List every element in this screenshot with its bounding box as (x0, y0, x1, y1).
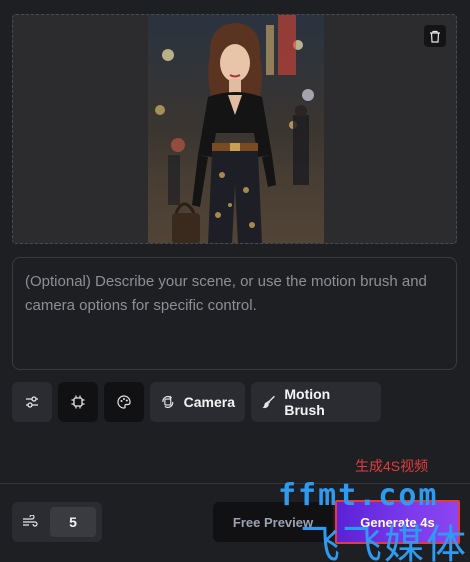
motion-control[interactable]: 5 (12, 502, 102, 542)
sliders-icon (26, 396, 38, 408)
prompt-field-container (12, 257, 457, 370)
annotation-label: 生成4S视频 (355, 458, 429, 474)
palette-icon (117, 395, 131, 409)
frame-button[interactable] (58, 382, 98, 422)
generate-button[interactable]: Generate 4s (335, 500, 460, 544)
prompt-input[interactable] (25, 270, 444, 357)
camera-button[interactable]: Camera (150, 382, 245, 422)
generation-panel: Camera Motion Brush 生成4S视频 5 Free Previe… (0, 0, 470, 562)
trash-icon (430, 30, 440, 43)
wind-icon (23, 515, 38, 527)
camera-label: Camera (183, 394, 235, 410)
brush-icon (262, 395, 275, 409)
uploaded-image (148, 15, 324, 243)
image-dropzone[interactable] (12, 14, 457, 244)
delete-image-button[interactable] (424, 25, 446, 47)
style-button[interactable] (104, 382, 144, 422)
frame-icon (71, 395, 85, 409)
motion-brush-button[interactable]: Motion Brush (251, 382, 381, 422)
camera-orbit-icon (162, 395, 174, 408)
settings-button[interactable] (12, 382, 52, 422)
options-toolbar: Camera Motion Brush (12, 382, 381, 422)
free-preview-button[interactable]: Free Preview (213, 502, 333, 542)
motion-brush-label: Motion Brush (284, 386, 331, 418)
footer-divider (0, 483, 470, 484)
motion-value[interactable]: 5 (50, 507, 96, 537)
